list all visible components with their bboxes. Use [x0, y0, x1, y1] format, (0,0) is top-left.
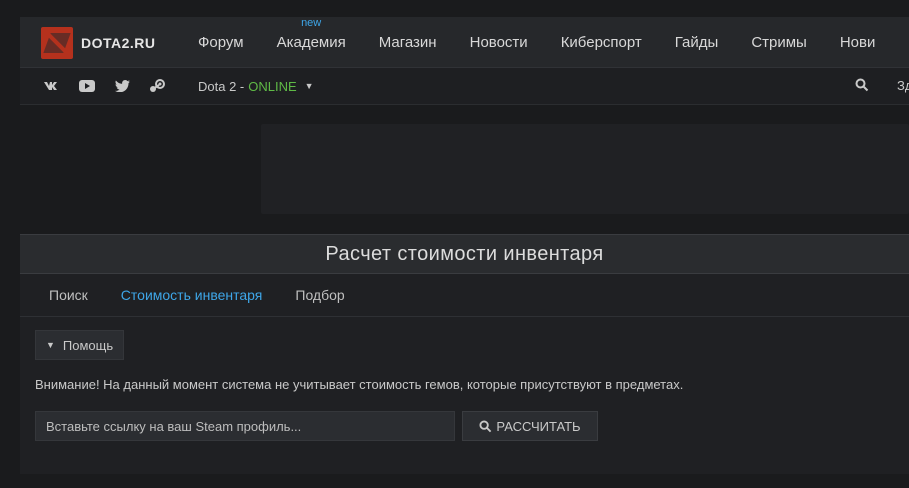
site-logo[interactable]: DOTA2.RU — [41, 27, 156, 59]
greeting-text: Зд — [897, 78, 909, 93]
game-status[interactable]: Dota 2 - ONLINE ▼ — [198, 68, 314, 104]
panel-header: Расчет стоимости инвентаря — [20, 234, 909, 274]
social-links — [43, 68, 183, 104]
steam-profile-input[interactable] — [35, 411, 455, 441]
inventory-panel: Расчет стоимости инвентаря Поиск Стоимос… — [20, 234, 909, 474]
nav-item-streams[interactable]: Стримы — [751, 34, 807, 51]
status-prefix: Dota 2 - — [198, 78, 245, 94]
tab-selection[interactable]: Подбор — [295, 287, 344, 303]
status-online: ONLINE — [248, 78, 297, 94]
nav-item-forum[interactable]: Форум — [198, 34, 244, 51]
new-badge: new — [301, 16, 322, 29]
nav-item-academy[interactable]: new Академия — [277, 17, 346, 51]
twitter-icon[interactable] — [113, 77, 131, 95]
nav-item-guides[interactable]: Гайды — [675, 34, 719, 51]
main-nav: Форум new Академия Магазин Новости Кибер… — [198, 17, 908, 67]
help-label: Помощь — [62, 337, 114, 353]
nav-item-esports[interactable]: Киберспорт — [561, 34, 642, 51]
youtube-icon[interactable] — [78, 77, 96, 95]
calculate-button[interactable]: РАССЧИТАТЬ — [462, 411, 598, 441]
steam-icon[interactable] — [148, 77, 166, 95]
calculate-label: РАССЧИТАТЬ — [496, 418, 581, 434]
search-icon[interactable] — [855, 78, 869, 92]
logo-text: DOTA2.RU — [81, 35, 156, 51]
tab-inventory-value[interactable]: Стоимость инвентаря — [121, 287, 263, 303]
nav-item-more[interactable]: Нови — [840, 34, 876, 51]
notice-text: Внимание! На данный момент система не уч… — [35, 377, 684, 392]
ad-banner — [261, 124, 909, 214]
page-title: Расчет стоимости инвентаря — [325, 242, 604, 265]
search-icon — [479, 419, 492, 432]
help-button[interactable]: ▼ Помощь — [35, 330, 125, 360]
nav-item-news[interactable]: Новости — [470, 34, 528, 51]
triangle-down-icon: ▼ — [46, 340, 55, 350]
top-navbar: DOTA2.RU Форум new Академия Магазин Ново… — [20, 17, 909, 68]
caret-down-icon: ▼ — [304, 81, 314, 91]
dota-logo-icon — [41, 27, 73, 59]
panel-tabs: Поиск Стоимость инвентаря Подбор — [20, 274, 909, 317]
vk-icon[interactable] — [43, 77, 61, 95]
nav-item-shop[interactable]: Магазин — [379, 34, 437, 51]
sub-navbar: Dota 2 - ONLINE ▼ Зд — [20, 68, 909, 105]
tab-search[interactable]: Поиск — [49, 287, 88, 303]
